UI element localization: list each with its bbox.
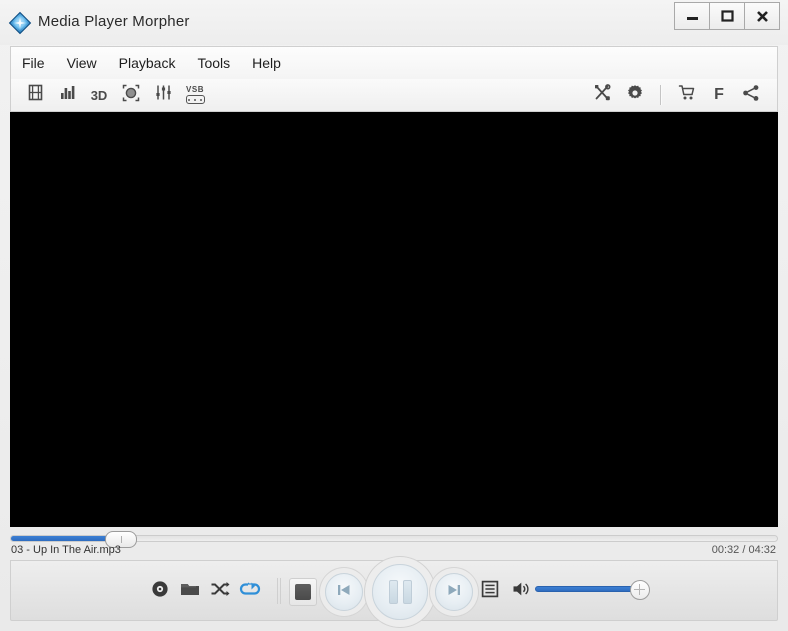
volume-slider-thumb[interactable] xyxy=(630,580,650,600)
film-strip-icon xyxy=(27,84,44,106)
toolbar-left-group: 3D VSB xyxy=(19,82,211,108)
toolbar: 3D VSB F xyxy=(10,79,778,112)
open-file-button[interactable] xyxy=(177,578,203,604)
tools-button[interactable] xyxy=(587,82,619,108)
maximize-button[interactable] xyxy=(709,2,745,30)
mixer-sliders-icon xyxy=(155,84,172,106)
repeat-button[interactable] xyxy=(237,578,263,604)
video-display-area[interactable] xyxy=(10,112,778,527)
folder-open-icon xyxy=(180,580,200,603)
disc-icon xyxy=(151,580,169,603)
diamond-gem-logo-icon xyxy=(8,11,32,35)
three-d-button[interactable]: 3D xyxy=(83,82,115,108)
window-title: Media Player Morpher xyxy=(38,13,190,30)
previous-track-icon xyxy=(335,582,353,603)
tools-icon xyxy=(594,83,612,107)
close-icon xyxy=(756,10,769,23)
shuffle-icon xyxy=(210,580,230,603)
toolbar-right-group: F xyxy=(587,82,767,108)
vsb-button[interactable]: VSB xyxy=(179,82,211,108)
speaker-icon xyxy=(512,580,532,603)
menu-item-file[interactable]: File xyxy=(11,51,56,75)
maximize-icon xyxy=(720,10,734,22)
volume-button[interactable] xyxy=(509,578,535,604)
track-title: 03 - Up In The Air.mp3 xyxy=(11,544,121,556)
mixer-sliders-button[interactable] xyxy=(147,82,179,108)
film-strip-button[interactable] xyxy=(19,82,51,108)
facebook-icon: F xyxy=(714,86,724,103)
vsb-icon: VSB xyxy=(185,86,205,104)
gear-button[interactable] xyxy=(619,82,651,108)
equalizer-bars-button[interactable] xyxy=(51,82,83,108)
playlist-icon xyxy=(481,580,499,603)
menu-item-view[interactable]: View xyxy=(56,51,108,75)
menu-item-tools[interactable]: Tools xyxy=(186,51,241,75)
pause-icon xyxy=(388,580,412,604)
minimize-button[interactable] xyxy=(674,2,710,30)
minimize-icon xyxy=(686,11,699,21)
gear-icon xyxy=(626,84,644,107)
menu-item-help[interactable]: Help xyxy=(241,51,292,75)
window-controls xyxy=(674,2,780,30)
next-track-icon xyxy=(445,582,463,603)
seek-progress-fill xyxy=(11,536,109,541)
three-d-icon: 3D xyxy=(90,87,108,103)
record-circle-button[interactable] xyxy=(115,82,147,108)
seek-bar[interactable] xyxy=(10,531,778,548)
title-bar: Media Player Morpher xyxy=(0,0,788,45)
close-button[interactable] xyxy=(744,2,780,30)
time-display: 00:32 / 04:32 xyxy=(711,544,776,556)
previous-button[interactable] xyxy=(325,573,363,611)
transport-separator xyxy=(277,578,283,604)
app-window: Media Player Morpher File View Playback … xyxy=(0,0,788,631)
shuffle-button[interactable] xyxy=(207,578,233,604)
share-icon xyxy=(742,84,760,107)
pause-button[interactable] xyxy=(372,564,428,620)
transport-bar xyxy=(10,560,778,621)
facebook-button[interactable]: F xyxy=(703,82,735,108)
repeat-icon xyxy=(239,580,261,603)
menu-bar: File View Playback Tools Help xyxy=(10,46,778,79)
cart-icon xyxy=(678,84,696,107)
record-circle-icon xyxy=(122,84,140,107)
next-button[interactable] xyxy=(435,573,473,611)
menu-item-playback[interactable]: Playback xyxy=(108,51,187,75)
cart-button[interactable] xyxy=(671,82,703,108)
toolbar-separator xyxy=(660,85,662,105)
equalizer-bars-icon xyxy=(59,84,76,106)
stop-button[interactable] xyxy=(289,578,317,606)
volume-slider-track[interactable] xyxy=(535,586,645,592)
disc-button[interactable] xyxy=(147,578,173,604)
playlist-button[interactable] xyxy=(477,578,503,604)
share-button[interactable] xyxy=(735,82,767,108)
stop-icon xyxy=(295,584,311,600)
